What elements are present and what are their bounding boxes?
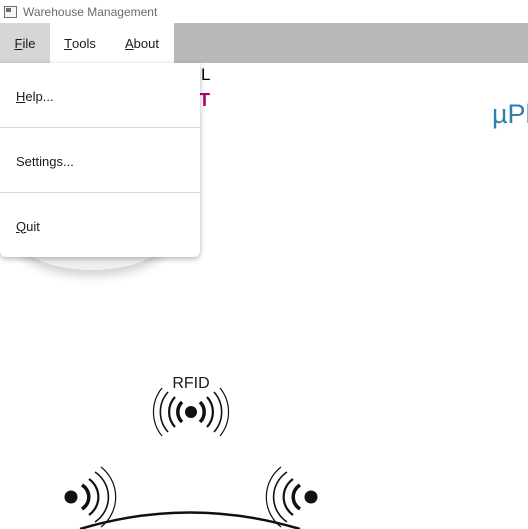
- menu-file[interactable]: File: [0, 23, 50, 63]
- menu-list: File Tools About: [0, 23, 174, 63]
- menu-item-quit-label: uit: [26, 218, 40, 234]
- brand-logo-text: µPl: [492, 99, 528, 129]
- signal-left-icon: [64, 466, 117, 528]
- menu-tools[interactable]: Tools: [50, 23, 110, 63]
- title-bar: Warehouse Management: [0, 0, 528, 23]
- menu-item-settings-label: Settings...: [16, 153, 74, 169]
- rfid-label: RFID: [172, 375, 209, 392]
- menu-about-label: bout: [133, 35, 159, 51]
- menu-separator: [0, 127, 200, 128]
- menu-tools-mnemonic: T: [64, 35, 73, 51]
- menu-item-settings[interactable]: Settings...: [0, 129, 200, 193]
- menu-item-help[interactable]: Help...: [0, 64, 200, 128]
- background-title-fragment: T: [199, 90, 210, 110]
- menu-file-mnemonic: F: [14, 35, 23, 51]
- menu-item-quit-mnemonic: Q: [16, 218, 27, 234]
- menu-item-quit[interactable]: Quit: [0, 194, 200, 258]
- window-title: Warehouse Management: [23, 4, 158, 19]
- app-window: Warehouse Management File Tools About L …: [0, 0, 528, 529]
- file-menu-dropdown: Help... Settings... Quit: [0, 63, 200, 257]
- background-text-fragment: L: [201, 65, 211, 84]
- menu-separator: [0, 192, 200, 193]
- menu-item-help-mnemonic: H: [16, 88, 26, 104]
- menu-file-label: ile: [22, 35, 36, 51]
- rfid-tag-icon: [152, 387, 230, 437]
- reader-arc-icon: [79, 511, 301, 529]
- signal-right-icon: [265, 466, 318, 528]
- menu-item-help-label: elp...: [25, 88, 54, 104]
- menu-bar: File Tools About: [0, 23, 528, 63]
- rfid-illustration: RFID: [64, 375, 318, 529]
- menu-about[interactable]: About: [110, 23, 174, 63]
- menu-tools-label: ools: [72, 35, 96, 51]
- menu-about-mnemonic: A: [125, 35, 134, 51]
- app-window-icon: [4, 5, 17, 18]
